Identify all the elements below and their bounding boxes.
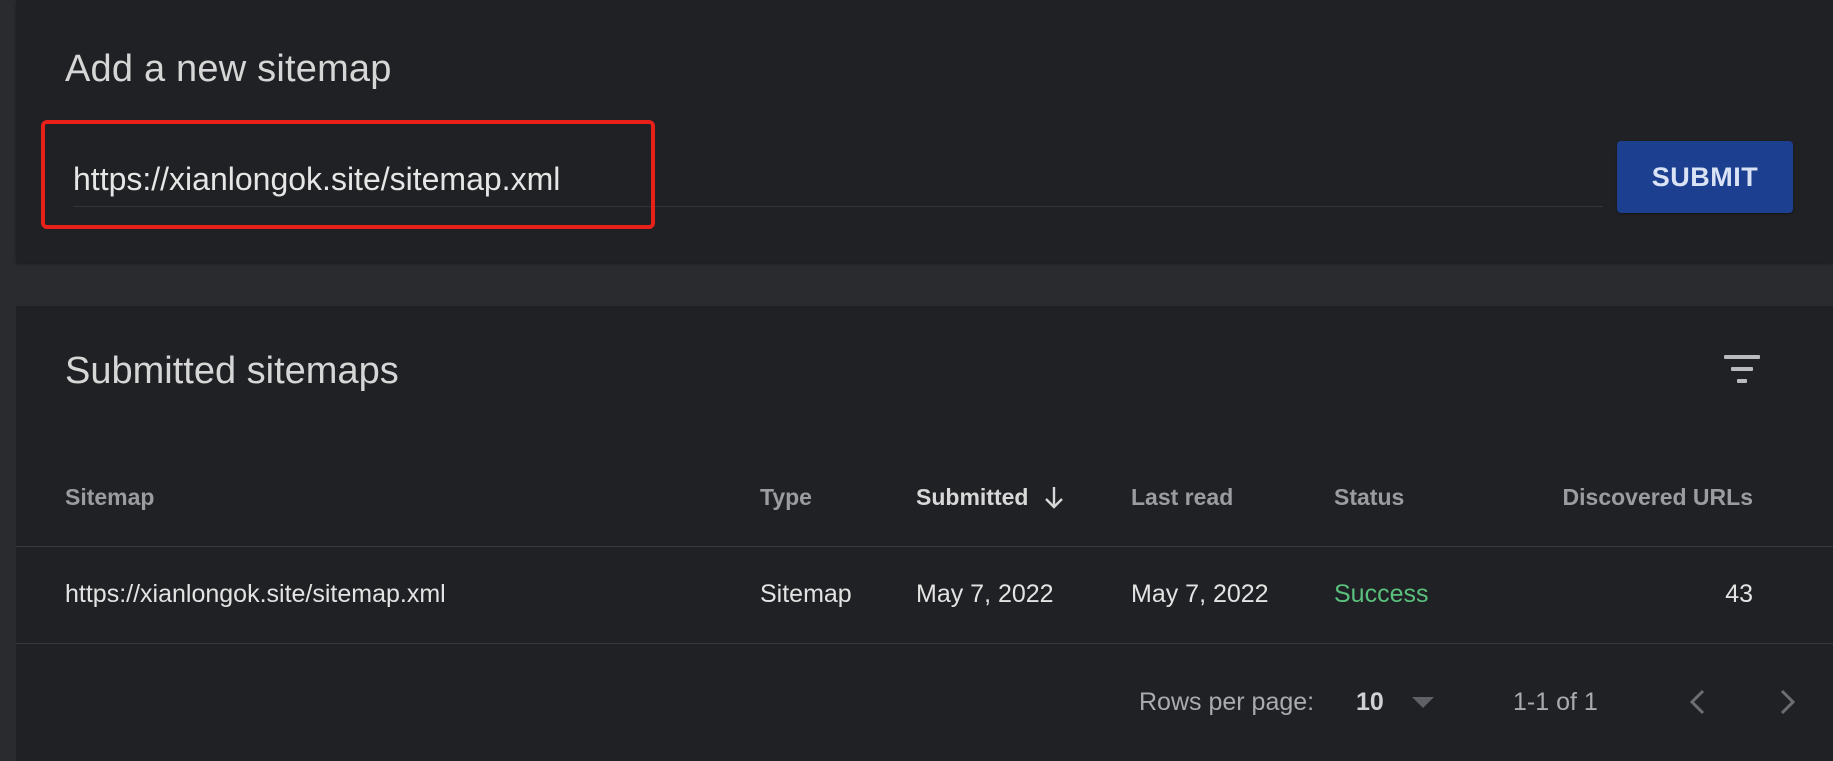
chevron-right-icon[interactable] — [1767, 682, 1807, 722]
arrow-down-icon — [1042, 485, 1066, 511]
cell-sitemap-url: https://xianlongok.site/sitemap.xml — [65, 580, 446, 608]
column-header-submitted[interactable]: Submitted — [916, 484, 1066, 511]
table-row[interactable]: https://xianlongok.site/sitemap.xml Site… — [16, 547, 1833, 644]
rows-per-page-select[interactable]: 10 — [1356, 684, 1454, 720]
sitemap-url-input[interactable] — [73, 160, 1603, 198]
sitemaps-page: Add a new sitemap SUBMIT Submitted sitem… — [0, 0, 1833, 761]
cell-last-read-date: May 7, 2022 — [1131, 580, 1269, 608]
column-header-submitted-label: Submitted — [916, 484, 1029, 510]
chevron-left-icon[interactable] — [1678, 682, 1718, 722]
filter-icon[interactable] — [1722, 352, 1762, 386]
table-header: Sitemap Type Submitted Last read Status … — [16, 446, 1833, 547]
pagination-range: 1-1 of 1 — [1513, 688, 1598, 716]
column-header-last-read[interactable]: Last read — [1131, 484, 1233, 511]
submitted-sitemaps-title: Submitted sitemaps — [65, 350, 399, 392]
caret-down-icon — [1411, 696, 1434, 708]
sitemap-url-field[interactable] — [73, 152, 1603, 207]
submitted-sitemaps-card: Submitted sitemaps Sitemap Type Submitte… — [16, 306, 1833, 761]
cell-discovered-urls: 43 — [1725, 580, 1753, 608]
column-header-status[interactable]: Status — [1334, 484, 1404, 511]
column-header-sitemap[interactable]: Sitemap — [65, 484, 154, 511]
add-sitemap-title: Add a new sitemap — [65, 48, 392, 90]
column-header-discovered-urls[interactable]: Discovered URLs — [1563, 484, 1753, 511]
column-header-type[interactable]: Type — [760, 484, 812, 511]
status-badge: Success — [1334, 580, 1429, 608]
rows-per-page-label: Rows per page: — [1139, 688, 1315, 716]
add-sitemap-card: Add a new sitemap SUBMIT — [16, 0, 1833, 262]
submit-button[interactable]: SUBMIT — [1617, 141, 1793, 213]
cell-submitted-date: May 7, 2022 — [916, 580, 1054, 608]
cell-type: Sitemap — [760, 580, 852, 608]
pagination-bar: Rows per page: 10 1-1 of 1 — [16, 644, 1833, 761]
rows-per-page-value: 10 — [1356, 687, 1384, 716]
